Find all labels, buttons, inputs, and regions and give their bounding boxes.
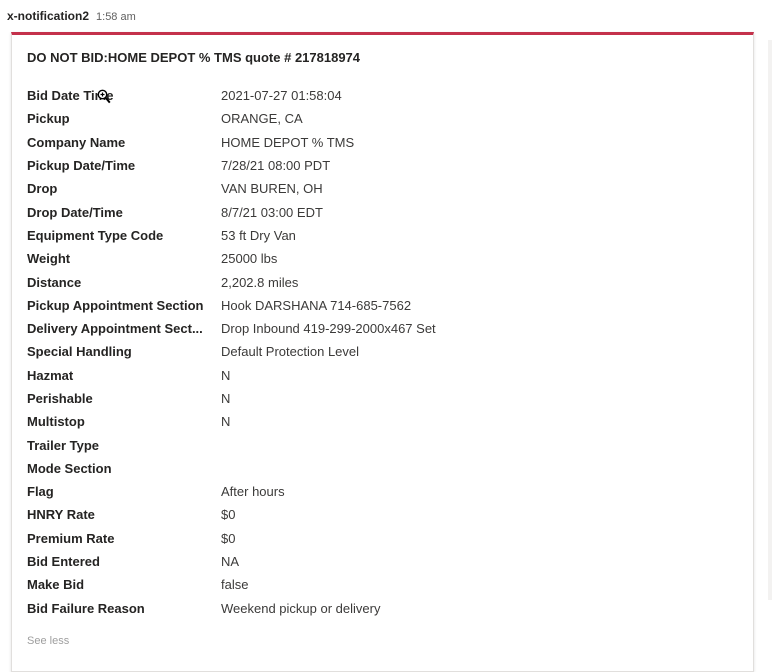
detail-label: Premium Rate — [27, 530, 115, 546]
detail-label: Drop Date/Time — [27, 204, 123, 220]
card-title: DO NOT BID:HOME DEPOT % TMS quote # 2178… — [27, 50, 361, 65]
detail-row: Drop VAN BUREN, OH — [27, 177, 436, 200]
detail-row: Company Name HOME DEPOT % TMS — [27, 131, 436, 154]
detail-row: Special Handling Default Protection Level — [27, 340, 436, 363]
detail-value: VAN BUREN, OH — [221, 181, 323, 197]
detail-label: HNRY Rate — [27, 507, 95, 523]
detail-value: N — [221, 391, 231, 406]
see-less-link[interactable]: See less — [27, 635, 69, 647]
detail-value: Default Protection Level — [221, 344, 360, 360]
sender-name[interactable]: x-notification2 — [7, 9, 89, 23]
detail-row: Drop Date/Time 8/7/21 03:00 EDT — [27, 200, 436, 223]
zoom-cursor-icon — [97, 89, 111, 104]
detail-value: 8/7/21 03:00 EDT — [221, 204, 323, 220]
detail-value: Weekend pickup or delivery — [221, 600, 381, 616]
detail-row: Bid Entered NA — [27, 550, 436, 573]
detail-value: 2021-07-27 01:58:04 — [221, 88, 342, 104]
detail-label: Flag — [27, 484, 54, 500]
detail-row: Bid Date Time 2021-07-27 01:58:04 — [27, 84, 436, 107]
detail-value: 25000 lbs — [221, 251, 278, 267]
detail-row: Pickup Date/Time 7/28/21 08:00 PDT — [27, 154, 436, 177]
detail-label: Multistop — [27, 414, 85, 430]
detail-value: After hours — [221, 484, 285, 500]
detail-label: Pickup Date/Time — [27, 158, 136, 174]
detail-label: Hazmat — [27, 367, 74, 383]
detail-label: Bid Failure Reason — [27, 600, 145, 616]
detail-row: Delivery Appointment Sect... Drop Inbound… — [27, 317, 436, 340]
detail-label: Pickup — [27, 111, 70, 127]
detail-value: $0 — [221, 530, 236, 546]
detail-row: Perishable N — [27, 387, 436, 410]
detail-label: Trailer Type — [27, 437, 100, 453]
message-time: 1:58 am — [96, 11, 136, 23]
detail-row: Mode Section — [27, 457, 436, 480]
detail-row: Weight 25000 lbs — [27, 247, 436, 270]
detail-value: N — [221, 367, 231, 383]
detail-label: Mode Section — [27, 460, 112, 476]
scrollbar[interactable] — [768, 40, 772, 600]
detail-value: false — [221, 577, 249, 593]
detail-label: Weight — [27, 251, 71, 267]
detail-value: 7/28/21 08:00 PDT — [221, 158, 331, 174]
detail-value: $0 — [221, 507, 236, 523]
detail-row: Hazmat N — [27, 364, 436, 387]
detail-label: Special Handling — [27, 344, 132, 360]
detail-label: Equipment Type Code — [27, 227, 164, 243]
detail-row: Make Bid false — [27, 573, 436, 596]
detail-label: Distance — [27, 274, 82, 290]
detail-value: HOME DEPOT % TMS — [221, 134, 355, 150]
detail-label: Make Bid — [27, 577, 85, 593]
detail-label: Pickup Appointment Section — [27, 297, 204, 313]
detail-row: Pickup ORANGE, CA — [27, 107, 436, 130]
detail-row: Bid Failure Reason Weekend pickup or deli… — [27, 597, 436, 620]
detail-label: Drop — [27, 181, 58, 197]
detail-label: Bid Entered — [27, 554, 100, 570]
detail-row: Multistop N — [27, 410, 436, 433]
detail-label: Perishable — [27, 391, 93, 406]
detail-row: Flag After hours — [27, 480, 436, 503]
detail-value: NA — [221, 554, 240, 570]
detail-row: Equipment Type Code 53 ft Dry Van — [27, 224, 436, 247]
detail-value: Hook DARSHANA 714-685-7562 — [221, 297, 412, 313]
detail-row: Trailer Type — [27, 433, 436, 456]
detail-row: HNRY Rate $0 — [27, 503, 436, 526]
detail-value: 53 ft Dry Van — [221, 227, 296, 243]
message-header: x-notification2 1:58 am — [7, 9, 136, 27]
detail-label: Bid Date Time — [27, 88, 114, 104]
detail-value: 2,202.8 miles — [221, 274, 299, 290]
detail-row: Distance 2,202.8 miles — [27, 270, 436, 293]
detail-value: Drop Inbound 419-299-2000x467 Set — [221, 321, 436, 337]
detail-label: Company Name — [27, 134, 126, 150]
detail-value: N — [221, 414, 231, 430]
notification-card: DO NOT BID:HOME DEPOT % TMS quote # 2178… — [11, 32, 754, 672]
details-list: Bid Date Time 2021-07-27 01:58:04 Pickup O… — [27, 84, 436, 620]
detail-value: ORANGE, CA — [221, 111, 303, 127]
detail-row: Premium Rate $0 — [27, 527, 436, 550]
detail-label: Delivery Appointment Sect... — [27, 321, 203, 337]
detail-row: Pickup Appointment Section Hook DARSHANA … — [27, 294, 436, 317]
